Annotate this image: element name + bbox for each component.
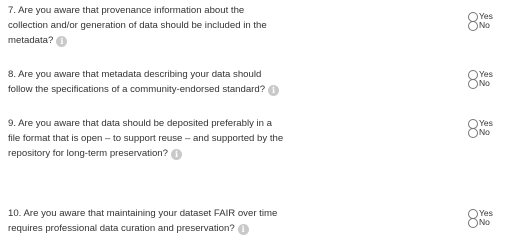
question-10-option-no[interactable]: No bbox=[468, 217, 505, 228]
question-8-line-2: follow the specifications of a community… bbox=[8, 84, 266, 95]
question-9-line-1: 9. Are you aware that data should be dep… bbox=[8, 118, 273, 129]
info-icon[interactable]: i bbox=[56, 36, 68, 47]
question-10-text: 10. Are you aware that maintaining your … bbox=[8, 206, 416, 236]
question-7-line-2: collection and/or generation of data sho… bbox=[8, 20, 267, 31]
info-icon[interactable]: i bbox=[237, 224, 249, 235]
question-8-line-1: 8. Are you aware that metadata describin… bbox=[8, 69, 262, 80]
question-9-option-no[interactable]: No bbox=[468, 127, 505, 138]
radio-no[interactable] bbox=[468, 127, 478, 138]
question-8-options: Yes No bbox=[468, 69, 505, 89]
question-7-text: 7. Are you aware that provenance informa… bbox=[8, 3, 416, 48]
question-10-line-1: 10. Are you aware that maintaining your … bbox=[8, 208, 278, 219]
option-label-no: No bbox=[479, 127, 490, 137]
question-9-options: Yes No bbox=[468, 118, 505, 138]
radio-no[interactable] bbox=[468, 20, 478, 31]
question-8-text: 8. Are you aware that metadata describin… bbox=[8, 67, 416, 97]
question-9-text: 9. Are you aware that data should be dep… bbox=[8, 116, 416, 161]
question-8-option-no[interactable]: No bbox=[468, 78, 505, 89]
question-7-option-no[interactable]: No bbox=[468, 20, 505, 31]
question-10-options: Yes No bbox=[468, 208, 505, 228]
question-9-line-2: file format that is open – to support re… bbox=[8, 133, 284, 144]
info-icon[interactable]: i bbox=[268, 85, 280, 96]
info-icon[interactable]: i bbox=[170, 149, 182, 160]
question-10-line-2: requires professional data curation and … bbox=[8, 223, 235, 234]
option-label-no: No bbox=[479, 20, 490, 30]
question-7-line-3: metadata? bbox=[8, 35, 54, 46]
option-label-no: No bbox=[479, 217, 490, 227]
survey-question-list: 7. Are you aware that provenance informa… bbox=[0, 0, 505, 247]
question-9-line-3: repository for long-term preservation? bbox=[8, 148, 168, 159]
radio-no[interactable] bbox=[468, 217, 478, 228]
question-7-options: Yes No bbox=[468, 11, 505, 31]
option-label-no: No bbox=[479, 78, 490, 88]
question-7-line-1: 7. Are you aware that provenance informa… bbox=[8, 5, 245, 16]
radio-no[interactable] bbox=[468, 78, 478, 89]
